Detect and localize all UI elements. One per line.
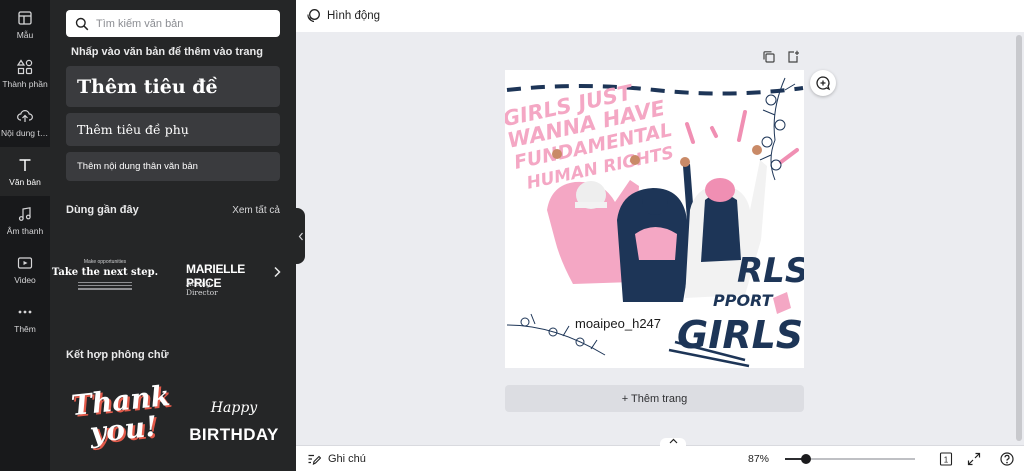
rail-label: Âm thanh: [6, 225, 44, 236]
template-icon: [18, 10, 32, 25]
text-panel: Nhấp vào văn bản để thêm vào trang Thêm …: [50, 0, 296, 471]
rail-item-more[interactable]: Thêm: [0, 294, 50, 343]
rail-label: Thành phần: [2, 78, 48, 89]
page-actions: [762, 50, 800, 64]
add-subheading-button[interactable]: Thêm tiêu đề phụ: [66, 113, 280, 146]
rail-item-templates[interactable]: Mẫu: [0, 0, 50, 49]
page-count: 1: [944, 456, 949, 465]
duplicate-page-button[interactable]: [762, 50, 776, 64]
fullscreen-button[interactable]: [967, 452, 981, 466]
add-page-icon: [788, 50, 799, 63]
upload-icon: [17, 109, 33, 122]
rail-item-uploads[interactable]: Nội dung tải lên: [0, 98, 50, 147]
comment-plus-icon: [816, 76, 831, 91]
design-handle-text[interactable]: moaipeo_h247: [575, 316, 661, 331]
left-rail: Mẫu Thành phần Nội dung tải lên Văn bản …: [0, 0, 50, 471]
animation-icon: [307, 9, 320, 23]
poster-text-line: GIRLS: [677, 313, 803, 357]
animation-label: Hình động: [327, 9, 381, 22]
rail-label: Nội dung tải lên: [1, 127, 49, 138]
text-icon: [19, 158, 31, 171]
tile-placeholder-lines: [78, 280, 132, 290]
add-page-icon-button[interactable]: [786, 50, 800, 64]
search-input[interactable]: [96, 17, 276, 30]
show-pages-button[interactable]: [660, 438, 686, 447]
tile-big-text: Take the next step.: [51, 267, 159, 278]
search-icon: [75, 17, 89, 30]
add-comment-button[interactable]: [810, 70, 836, 96]
animation-button[interactable]: Hình động: [306, 8, 380, 23]
tile-role-text: Acting Director: [186, 279, 218, 297]
zoom-value[interactable]: 87%: [748, 453, 769, 465]
font-combos-title: Kết hợp phông chữ: [66, 349, 169, 361]
elements-icon: [17, 58, 33, 74]
add-body-text-button[interactable]: Thêm nội dung thân văn bản: [66, 152, 280, 181]
rail-label: Văn bản: [9, 176, 41, 187]
notes-label: Ghi chú: [328, 453, 366, 465]
music-icon: [18, 206, 31, 221]
rail-label: Mẫu: [16, 29, 34, 40]
see-all-link[interactable]: Xem tất cả: [232, 205, 280, 216]
chevron-up-icon: [669, 438, 677, 444]
poster-text-line: PPORT: [713, 291, 774, 310]
top-toolbar: Hình động: [296, 0, 1024, 32]
notes-button[interactable]: Ghi chú: [307, 452, 366, 466]
recent-section-title: Dùng gần đây: [66, 204, 139, 216]
add-heading-button[interactable]: Thêm tiêu đề: [66, 66, 280, 107]
rail-item-text[interactable]: Văn bản: [0, 147, 50, 196]
chevron-right-icon[interactable]: [272, 266, 282, 278]
font-combo-happy[interactable]: Happy: [186, 400, 282, 416]
font-combo-birthday[interactable]: BIRTHDAY: [186, 425, 282, 445]
poster-text-line: RLS: [737, 251, 804, 291]
tile-small-text: Make opportunities: [83, 259, 127, 265]
canvas-scroll-thumb[interactable]: [1016, 35, 1022, 441]
duplicate-icon: [763, 51, 775, 63]
help-icon: [1000, 452, 1014, 466]
more-icon: [18, 310, 32, 313]
bottom-toolbar: Ghi chú 87% 1: [296, 438, 1024, 471]
page-count-button[interactable]: 1: [939, 452, 953, 466]
help-button[interactable]: [1000, 452, 1014, 466]
zoom-slider[interactable]: [785, 454, 915, 464]
video-icon: [17, 256, 33, 269]
rail-item-elements[interactable]: Thành phần: [0, 49, 50, 98]
panel-hint: Nhấp vào văn bản để thêm vào trang: [71, 46, 263, 58]
search-box[interactable]: [66, 10, 280, 37]
rail-item-audio[interactable]: Âm thanh: [0, 196, 50, 245]
collapse-panel-button[interactable]: [296, 208, 305, 264]
notes-icon: [308, 454, 321, 465]
zoom-slider-knob[interactable]: [801, 454, 811, 464]
font-combo-thank-you[interactable]: Thank you!: [69, 379, 175, 449]
rail-label: Thêm: [14, 323, 36, 334]
canvas-scrollbar[interactable]: [1014, 32, 1024, 444]
rail-label: Video: [14, 274, 36, 285]
editor-app: Mẫu Thành phần Nội dung tải lên Văn bản …: [0, 0, 1024, 471]
expand-icon: [967, 452, 981, 466]
rail-item-video[interactable]: Video: [0, 245, 50, 294]
add-page-button[interactable]: + Thêm trang: [505, 385, 804, 412]
pages-icon: 1: [939, 452, 953, 466]
chevron-left-icon: [298, 232, 303, 240]
